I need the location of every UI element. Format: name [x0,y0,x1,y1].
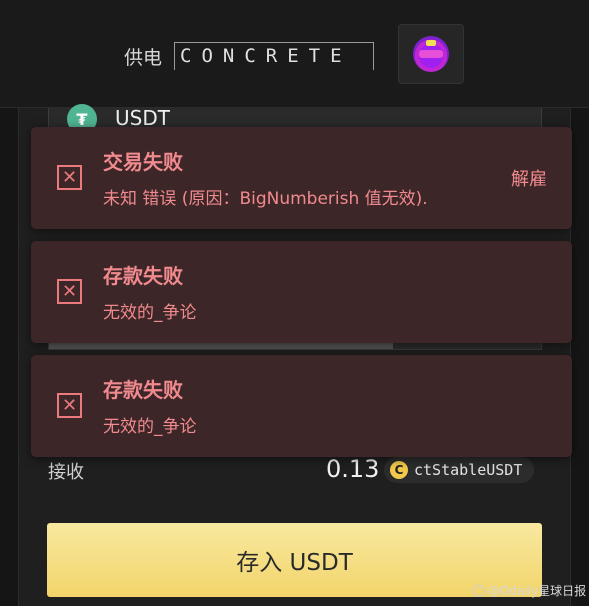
toast-transaction-failed: ✕ 交易失败 未知 错误 (原因：BigNumberish 值无效). 解雇 [31,127,572,229]
account-button[interactable] [398,24,464,84]
close-box-icon[interactable]: ✕ [57,393,82,418]
toast-deposit-failed: ✕ 存款失败 无效的_争论 [31,355,572,457]
deposit-button[interactable]: 存入 USDT [47,523,542,597]
toast-message: 无效的_争论 [103,303,197,323]
toast-message: 未知 错误 (原因：BigNumberish 值无效). [103,189,428,209]
toast-deposit-failed: ✕ 存款失败 无效的_争论 [31,241,572,343]
dismiss-button[interactable]: 解雇 [511,165,547,191]
receive-token-label: ctStableUSDT [414,461,523,479]
close-box-icon[interactable]: ✕ [57,165,82,190]
avatar-icon [413,36,449,72]
receive-amount: 0.13 [326,455,380,483]
watermark: @Odaily星球日报 [473,582,586,599]
watermark-text: @Odaily星球日报 [488,584,587,598]
toast-title: 存款失败 [103,378,183,402]
progress-fill [49,343,393,349]
toast-message: 无效的_争论 [103,417,197,437]
ct-token-icon: C [390,461,408,479]
app-header: 供电 CONCRETE [0,0,589,108]
concrete-logo[interactable]: CONCRETE [174,40,375,72]
watermark-logo-icon [473,584,485,597]
toast-title: 交易失败 [103,150,183,174]
close-box-icon[interactable]: ✕ [57,279,82,304]
powered-by: 供电 CONCRETE [124,40,375,72]
receive-label: 接收 [48,462,84,483]
receive-token-badge: C ctStableUSDT [384,457,535,483]
powered-by-label: 供电 [124,46,163,69]
toast-title: 存款失败 [103,264,183,288]
logo-text: CONCRETE [180,45,352,67]
